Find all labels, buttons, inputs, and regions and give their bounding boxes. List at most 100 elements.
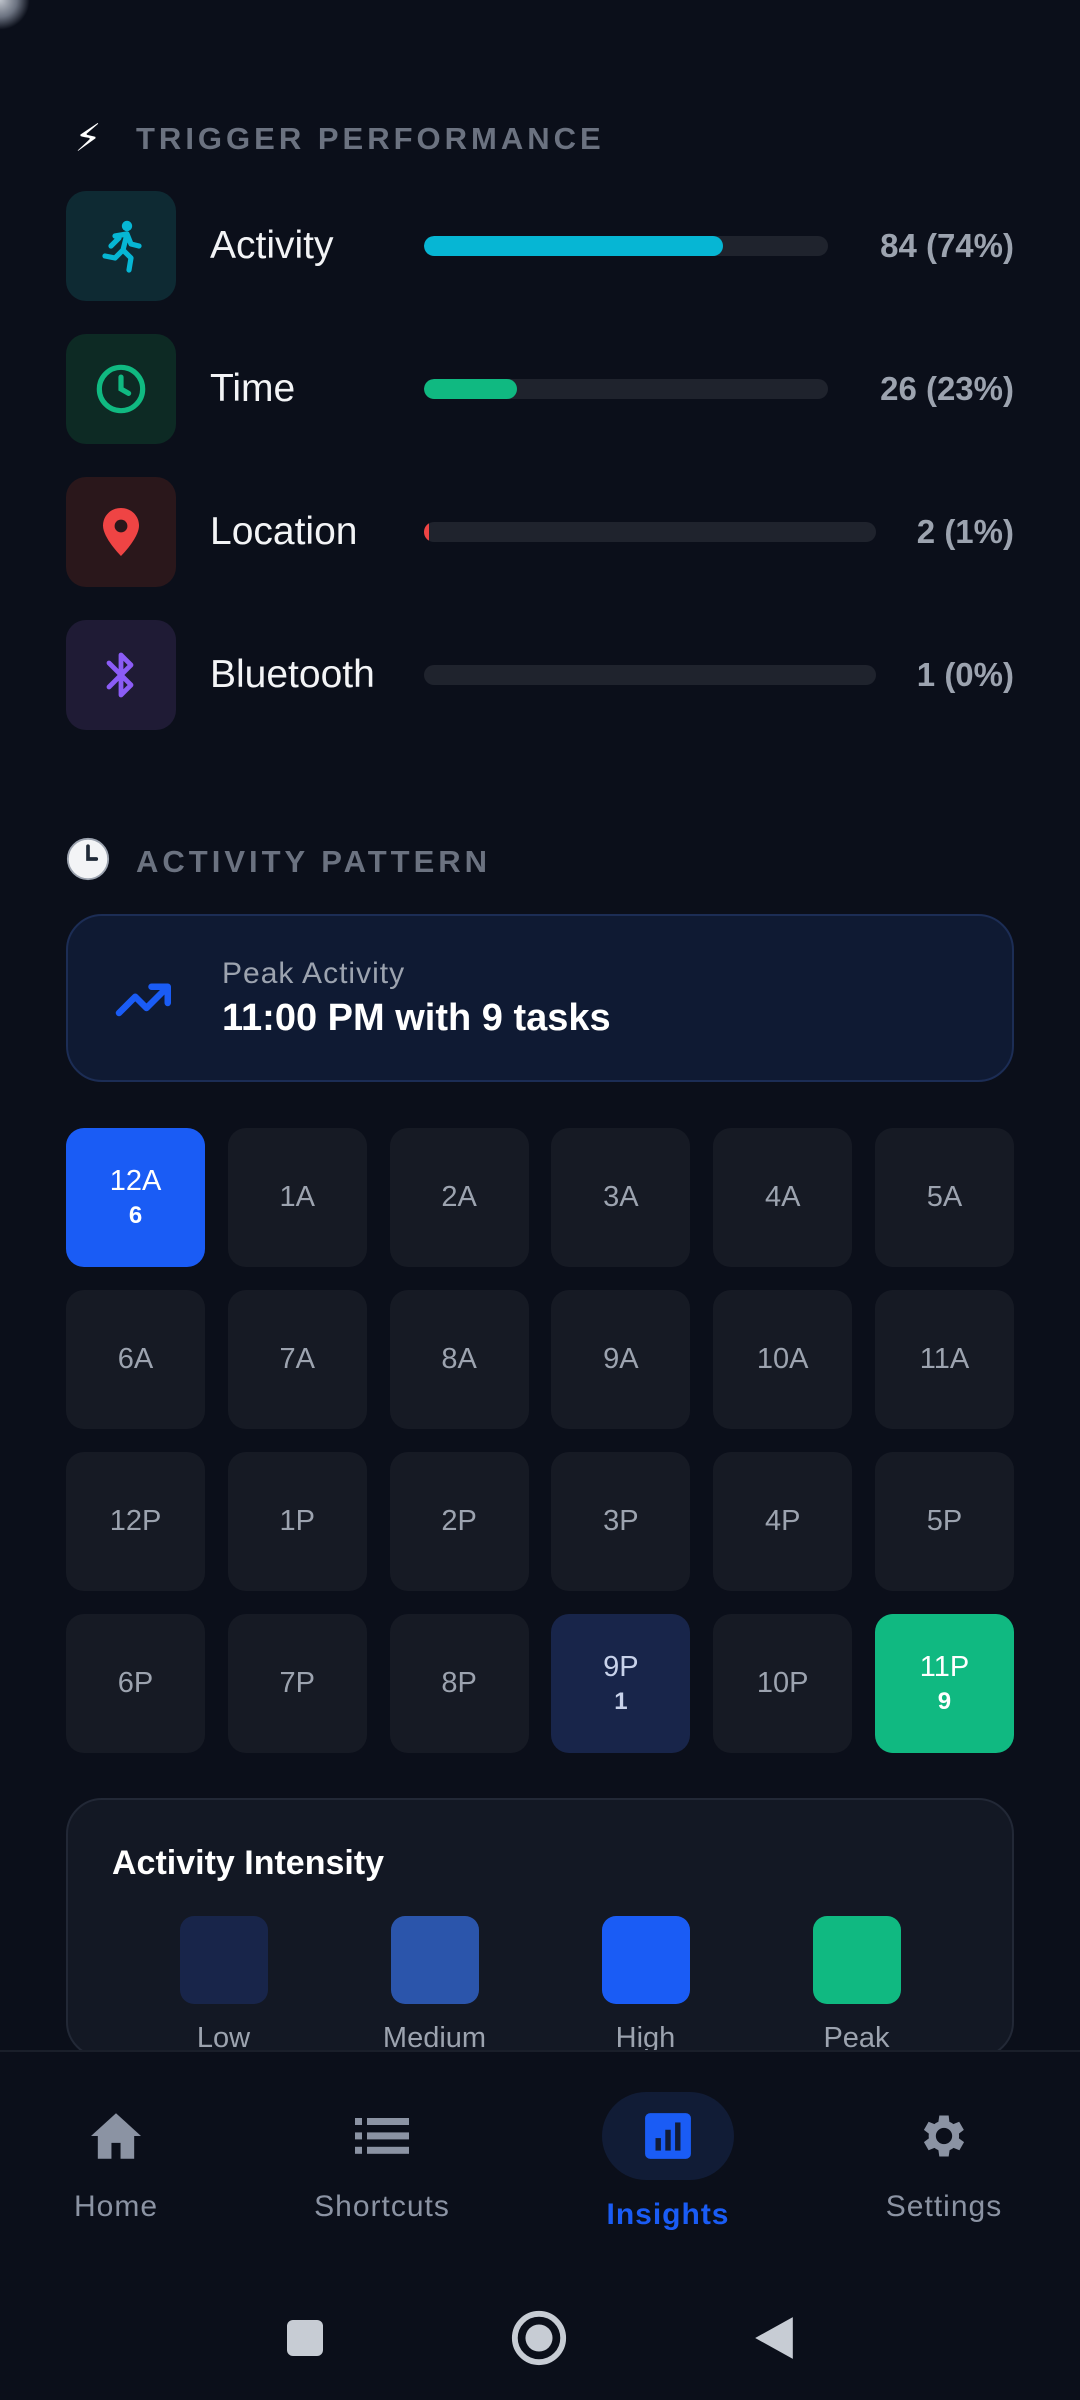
hour-cell-5p[interactable]: 5P xyxy=(874,1452,1014,1591)
nav-label: Insights xyxy=(606,2198,730,2231)
trigger-row-location[interactable]: Location 2 (1%) xyxy=(66,477,1014,587)
hour-label: 5A xyxy=(926,1181,963,1213)
trigger-row-time[interactable]: Time 26 (23%) xyxy=(66,334,1014,444)
hour-cell-6p[interactable]: 6P xyxy=(66,1614,205,1753)
trigger-bar xyxy=(424,379,828,399)
hour-cell-8a[interactable]: 8A xyxy=(389,1290,529,1429)
legend-swatch xyxy=(601,1916,690,2004)
trigger-bar xyxy=(424,665,876,685)
trigger-count: 84 (74%) xyxy=(880,227,1014,264)
hour-count: 9 xyxy=(937,1688,952,1715)
hour-label: 4A xyxy=(764,1181,801,1213)
hour-label: 7P xyxy=(279,1667,316,1699)
hour-cell-9p[interactable]: 9P 1 xyxy=(551,1614,691,1753)
hour-label: 11A xyxy=(919,1343,970,1375)
hour-cell-1a[interactable]: 1A xyxy=(227,1128,367,1267)
trigger-count: 2 (1%) xyxy=(916,513,1014,550)
trigger-bar-fill xyxy=(424,522,430,542)
insights-screen: ⚡ TRIGGER PERFORMANCE Activity 84 (74%) … xyxy=(0,0,1080,2400)
hour-label: 12A xyxy=(109,1165,162,1197)
nav-settings[interactable]: Settings xyxy=(844,2092,1044,2224)
hour-label: 5P xyxy=(926,1505,963,1537)
hour-label: 2A xyxy=(441,1181,477,1213)
activity-pattern-header: ACTIVITY PATTERN xyxy=(66,836,491,888)
legend-item-high: High xyxy=(556,1916,736,2055)
legend-item-medium: Medium xyxy=(345,1916,525,2055)
hour-cell-2p[interactable]: 2P xyxy=(389,1452,529,1591)
hour-cell-3a[interactable]: 3A xyxy=(551,1128,691,1267)
nav-label: Shortcuts xyxy=(314,2190,450,2223)
hour-cell-9a[interactable]: 9A xyxy=(551,1290,691,1429)
hour-count: 6 xyxy=(128,1202,143,1229)
recents-square-icon[interactable] xyxy=(265,2298,345,2378)
activity-intensity-card: Activity Intensity Low Medium High Peak xyxy=(66,1798,1014,2058)
home-circle-icon[interactable] xyxy=(499,2298,579,2378)
hour-cell-1p[interactable]: 1P xyxy=(227,1452,367,1591)
legend-swatch xyxy=(812,1916,901,2004)
clock-emoji-icon xyxy=(66,837,110,888)
trigger-count: 26 (23%) xyxy=(880,370,1014,407)
hour-label: 6P xyxy=(117,1667,154,1699)
peak-activity-value: 11:00 PM with 9 tasks xyxy=(222,996,611,1039)
hour-cell-8p[interactable]: 8P xyxy=(389,1614,529,1753)
map-pin-icon xyxy=(66,477,176,587)
hour-label: 8P xyxy=(441,1667,477,1699)
hour-cell-7a[interactable]: 7A xyxy=(227,1290,367,1429)
hour-cell-12p[interactable]: 12P xyxy=(66,1452,205,1591)
trigger-bar xyxy=(424,522,876,542)
hour-cell-11p[interactable]: 11P 9 xyxy=(874,1614,1014,1753)
trigger-bar-fill xyxy=(424,236,723,256)
nav-insights[interactable]: Insights xyxy=(568,2092,768,2232)
hour-label: 12P xyxy=(109,1505,162,1537)
nav-label: Home xyxy=(73,2190,159,2223)
trigger-count: 1 (0%) xyxy=(916,656,1014,693)
system-navigation-bar xyxy=(0,2298,1080,2378)
section-title: ACTIVITY PATTERN xyxy=(136,844,492,879)
trigger-bar xyxy=(424,236,828,256)
trigger-row-bluetooth[interactable]: Bluetooth 1 (0%) xyxy=(66,620,1014,730)
hour-cell-6a[interactable]: 6A xyxy=(66,1290,205,1429)
peak-activity-card: Peak Activity 11:00 PM with 9 tasks xyxy=(66,914,1014,1082)
hour-cell-12a[interactable]: 12A 6 xyxy=(66,1128,205,1267)
hour-label: 9A xyxy=(603,1343,639,1375)
hour-cell-10p[interactable]: 10P xyxy=(713,1614,853,1753)
trigger-label: Activity xyxy=(210,224,334,267)
hour-label: 11P xyxy=(919,1651,970,1683)
back-triangle-icon[interactable] xyxy=(734,2298,814,2378)
running-person-icon xyxy=(66,191,176,301)
lightning-icon: ⚡ xyxy=(74,118,102,160)
hour-cell-11a[interactable]: 11A xyxy=(874,1290,1014,1429)
hour-count: 1 xyxy=(614,1688,628,1715)
legend-swatch xyxy=(179,1916,268,2004)
nav-shortcuts[interactable]: Shortcuts xyxy=(282,2092,482,2224)
trigger-label: Location xyxy=(210,510,358,553)
hour-cell-7p[interactable]: 7P xyxy=(227,1614,367,1753)
hour-cell-4p[interactable]: 4P xyxy=(713,1452,853,1591)
trigger-bar-fill xyxy=(424,379,517,399)
trigger-label: Time xyxy=(210,367,296,410)
intensity-legend: Low Medium High Peak xyxy=(68,1916,1012,2055)
hour-label: 4P xyxy=(764,1505,801,1537)
hour-label: 1P xyxy=(279,1505,316,1537)
status-indicator-dot xyxy=(0,0,30,30)
hour-cell-10a[interactable]: 10A xyxy=(713,1290,853,1429)
trigger-performance-header: ⚡ TRIGGER PERFORMANCE xyxy=(66,113,605,165)
trigger-row-activity[interactable]: Activity 84 (74%) xyxy=(66,191,1014,301)
hourly-activity-grid: 12A 6 1A 2A 3A 4A 5A 6A 7A 8A 9A 10A 11A 12P 1P 2P 3P 4P 5… xyxy=(66,1128,1014,1753)
bluetooth-icon xyxy=(66,620,176,730)
hour-label: 10A xyxy=(756,1343,809,1375)
bottom-navigation: Home Shortcuts Insights Settings xyxy=(0,2050,1080,2400)
bar-chart-icon xyxy=(602,2092,734,2180)
clock-icon xyxy=(66,334,176,444)
hour-label: 3P xyxy=(603,1505,639,1537)
home-icon xyxy=(50,2092,182,2180)
hour-cell-4a[interactable]: 4A xyxy=(713,1128,853,1267)
hour-label: 6A xyxy=(117,1343,154,1375)
intensity-title: Activity Intensity xyxy=(112,1844,385,1882)
gear-icon xyxy=(878,2092,1010,2180)
hour-cell-2a[interactable]: 2A xyxy=(389,1128,529,1267)
hour-cell-3p[interactable]: 3P xyxy=(551,1452,691,1591)
nav-home[interactable]: Home xyxy=(16,2092,216,2224)
trending-up-icon xyxy=(115,983,171,1017)
hour-cell-5a[interactable]: 5A xyxy=(874,1128,1014,1267)
